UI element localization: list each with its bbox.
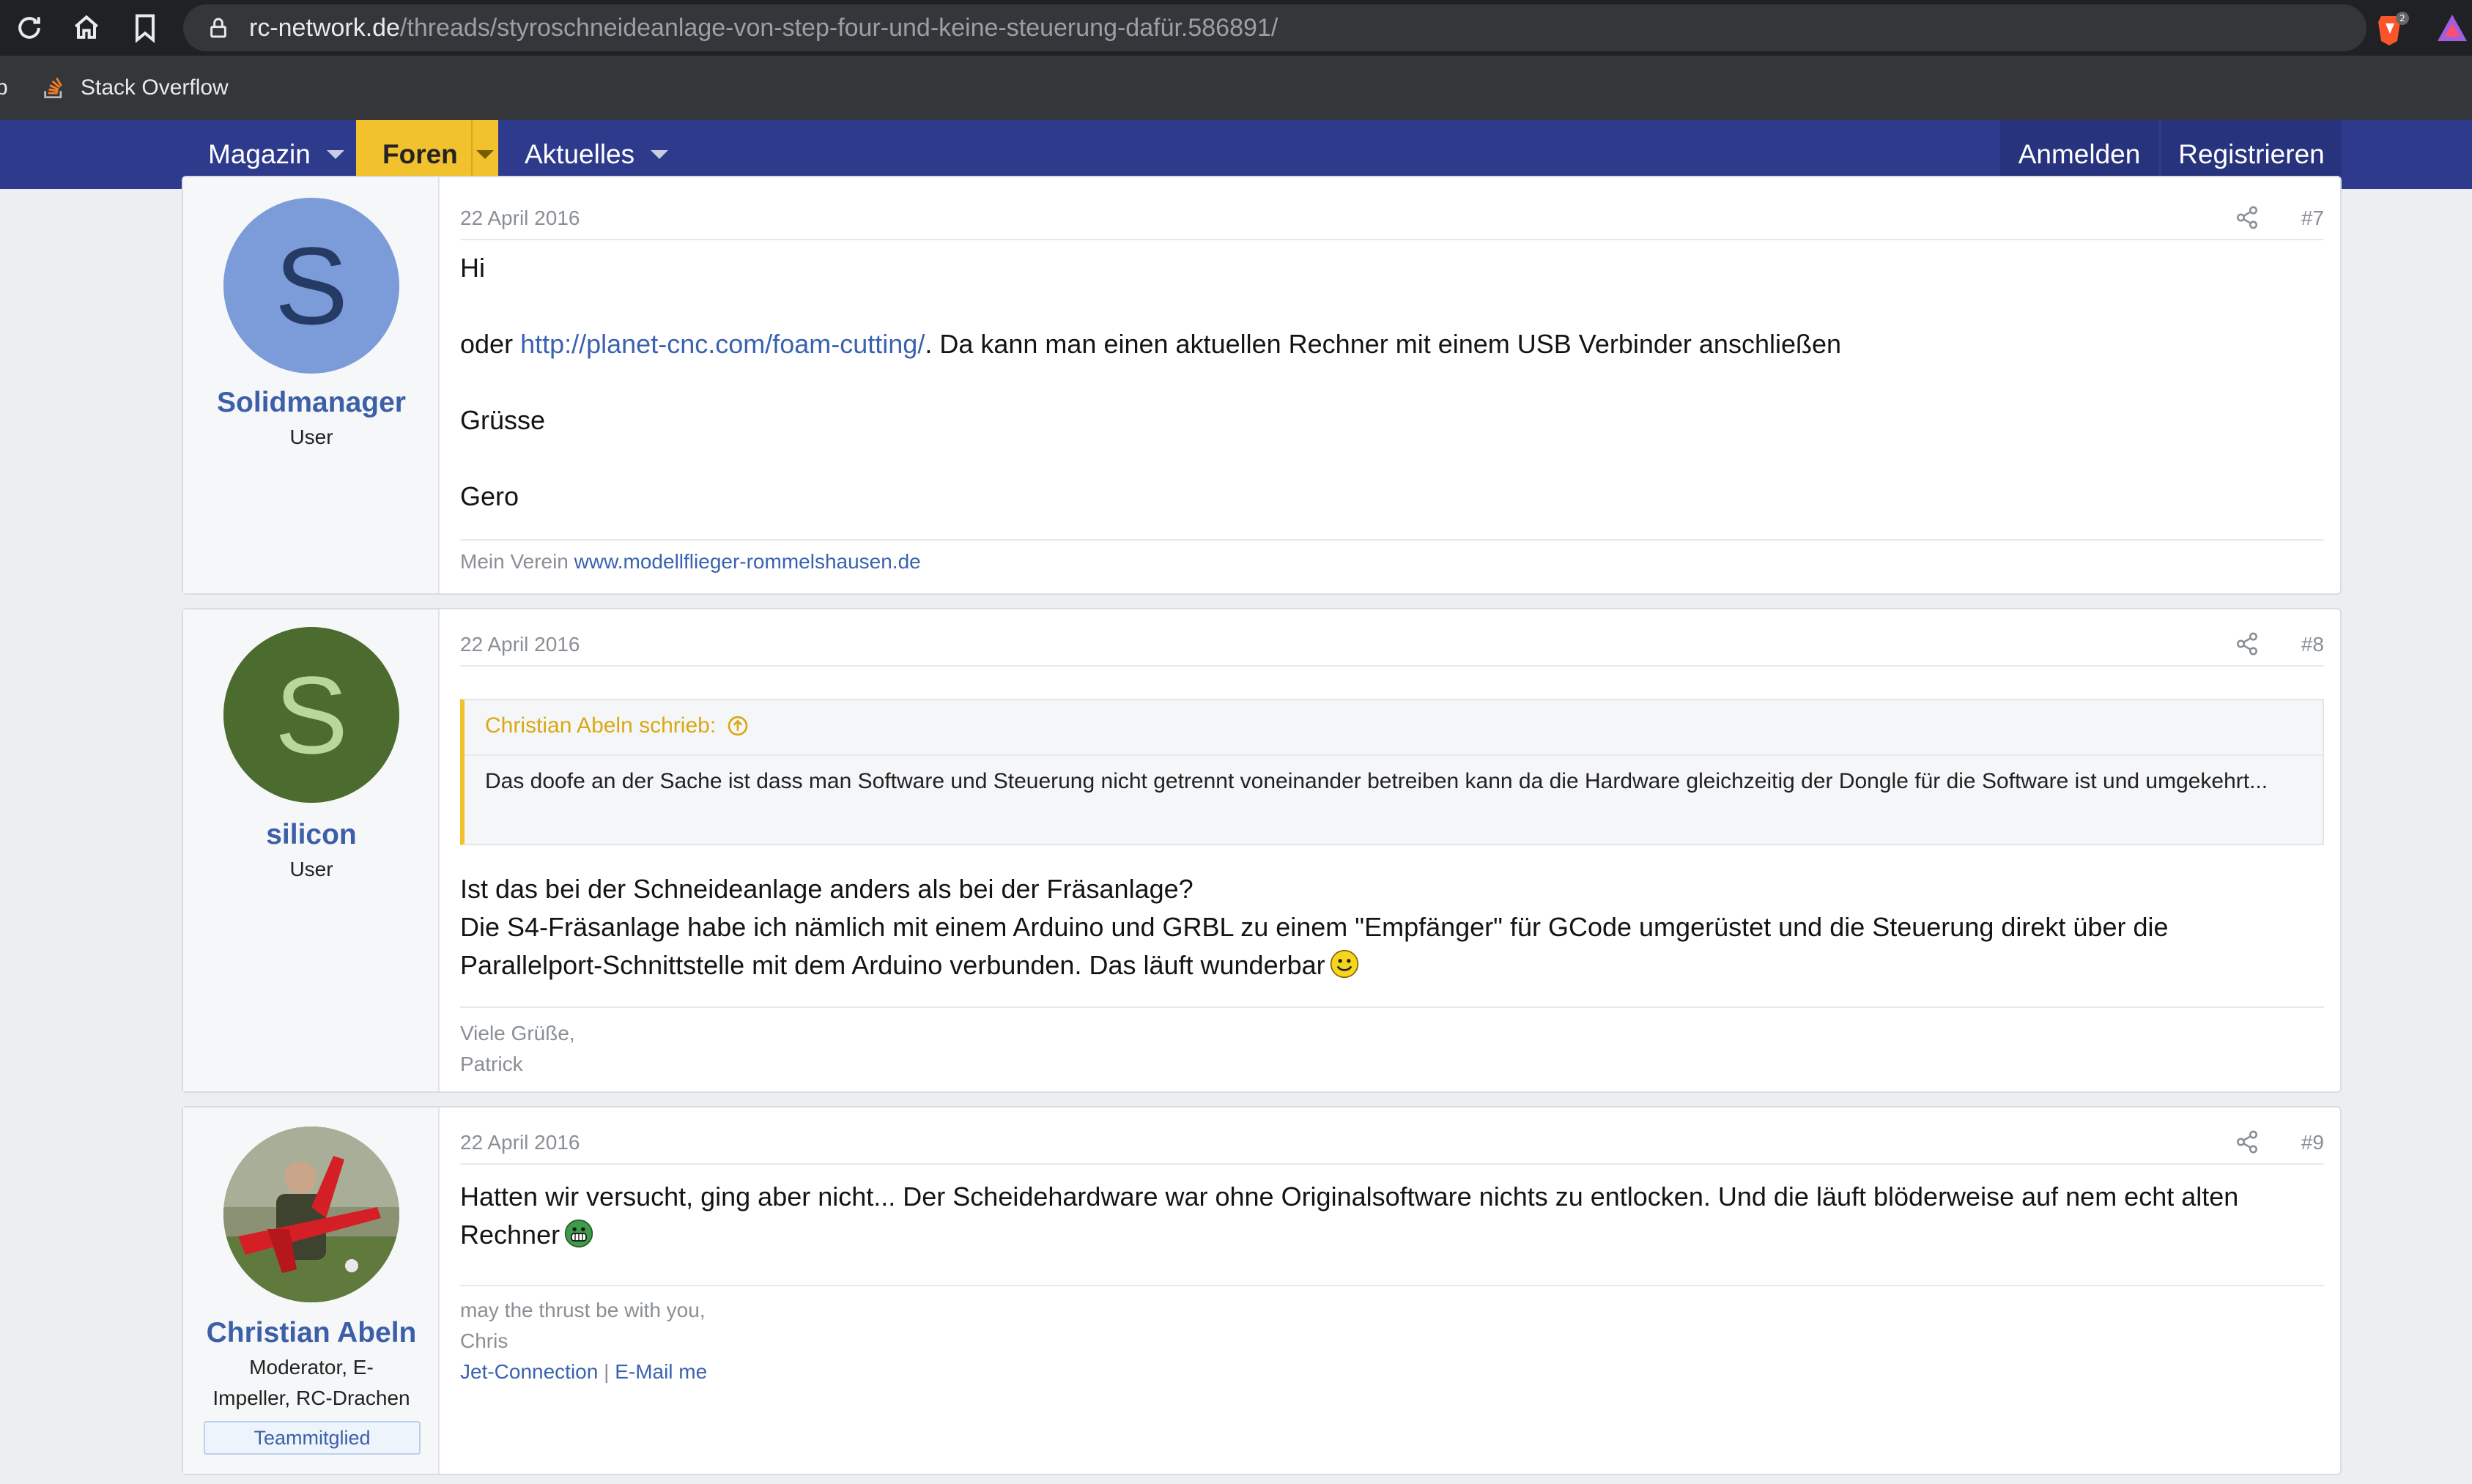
address-bar[interactable]: rc-network.de/threads/styroschneideanlag… (183, 4, 2366, 51)
browser-toolbar: rc-network.de/threads/styroschneideanlag… (0, 0, 2472, 56)
bookmark-label: b (0, 75, 8, 100)
share-icon[interactable] (2235, 205, 2260, 230)
text-segment: oder (460, 329, 521, 359)
post-date[interactable]: 22 April 2016 (460, 207, 580, 230)
avatar[interactable] (223, 1127, 399, 1302)
post-header: 22 April 2016 #8 (460, 626, 2324, 667)
stack-overflow-icon (44, 77, 62, 99)
quote-header: Christian Abeln schrieb: (465, 700, 2323, 756)
post-content: 22 April 2016 #7 Hi oder http://planet-c… (460, 199, 2324, 595)
quote-author-label: Christian Abeln schrieb: (485, 713, 717, 738)
user-title: User (289, 858, 333, 880)
signature-link[interactable]: www.modellflieger-rommelshausen.de (574, 550, 921, 573)
text-segment: . Da kann man einen aktuellen Rechner mi… (925, 329, 1842, 359)
quote-author[interactable]: Christian Abeln schrieb: (485, 713, 750, 738)
bookmark-label: Stack Overflow (81, 75, 229, 100)
post-number[interactable]: #9 (2301, 1131, 2324, 1154)
smiley-icon (1330, 949, 1358, 979)
rewards-icon[interactable] (2434, 10, 2471, 47)
signature-text: Mein Verein (460, 550, 574, 573)
signature-link[interactable]: Jet-Connection (460, 1360, 598, 1383)
bookmark-stack-overflow[interactable]: Stack Overflow (41, 70, 229, 105)
post-text: Hatten wir versucht, ging aber nicht... … (460, 1181, 2239, 1212)
arrow-up-circle-icon[interactable] (726, 714, 750, 738)
text-segment: Parallelport-Schnittstelle mit dem Ardui… (460, 950, 1325, 980)
share-icon[interactable] (2235, 631, 2260, 656)
user-title: User (289, 426, 333, 448)
post-text: Rechner (460, 1216, 593, 1254)
post-8: S silicon User 22 April 2016 #8 Christia… (182, 608, 2342, 1093)
post-link[interactable]: http://planet-cnc.com/foam-cutting/ (520, 329, 925, 359)
chevron-down-icon (476, 150, 495, 159)
tab-label: Foren (382, 139, 458, 169)
post-date[interactable]: 22 April 2016 (460, 1131, 580, 1154)
post-text: Parallelport-Schnittstelle mit dem Ardui… (460, 946, 1359, 984)
username[interactable]: silicon (183, 819, 440, 851)
tab-label: Aktuelles (525, 139, 635, 169)
post-header: 22 April 2016 #7 (460, 199, 2324, 240)
avatar-initial: S (274, 653, 349, 776)
share-icon[interactable] (2235, 1129, 2260, 1154)
chevron-down-icon[interactable] (651, 150, 669, 159)
post-number[interactable]: #7 (2301, 207, 2324, 230)
signature: Mein Verein www.modellflieger-rommelshau… (460, 546, 921, 577)
avatar-photo (223, 1127, 399, 1302)
register-label: Registrieren (2178, 139, 2325, 169)
quote-block: Christian Abeln schrieb: Das doofe an de… (460, 699, 2324, 845)
signature-links: Jet-Connection | E-Mail me (460, 1357, 707, 1387)
user-title: Moderator, E- (249, 1356, 374, 1379)
username[interactable]: Christian Abeln (183, 1317, 440, 1349)
post-text: Grüsse (460, 405, 546, 435)
post-text: Hi (460, 253, 485, 283)
username[interactable]: Solidmanager (183, 387, 440, 419)
text-segment: Rechner (460, 1220, 560, 1250)
signature-line: may the thrust be with you, (460, 1299, 706, 1321)
signature-link[interactable]: E-Mail me (615, 1360, 707, 1383)
staff-badge: Teammitglied (204, 1421, 421, 1455)
post-date[interactable]: 22 April 2016 (460, 633, 580, 656)
signature-divider (460, 1285, 2324, 1286)
signature-line: Patrick (460, 1053, 523, 1075)
url-text[interactable]: rc-network.de/threads/styroschneideanlag… (249, 14, 1278, 42)
avatar[interactable]: S (223, 198, 399, 374)
signature-divider (460, 1006, 2324, 1008)
signature-separator: | (598, 1360, 615, 1383)
bookmark-icon[interactable] (129, 12, 161, 44)
signature-line: Chris (460, 1329, 508, 1352)
post-content: 22 April 2016 #9 Hatten wir versucht, gi… (460, 1124, 2324, 1468)
url-host: rc-network.de (249, 14, 400, 42)
post-number[interactable]: #8 (2301, 633, 2324, 656)
post-content: 22 April 2016 #8 Christian Abeln schrieb… (460, 626, 2324, 1087)
bookmark-item[interactable]: b (0, 70, 8, 105)
signature-divider (460, 539, 2324, 541)
post-user-cell: Christian Abeln Moderator, E- Impeller, … (183, 1108, 440, 1474)
post-text: Ist das bei der Schneideanlage anders al… (460, 874, 1194, 904)
extension-badge: 2 (2399, 13, 2405, 23)
post-user-cell: S silicon User (183, 609, 440, 1091)
chevron-down-icon[interactable] (326, 150, 344, 159)
reload-icon[interactable] (13, 12, 45, 44)
avatar[interactable]: S (223, 627, 399, 803)
post-text: Die S4-Fräsanlage habe ich nämlich mit e… (460, 912, 2169, 942)
url-path: /threads/styroschneideanlage-von-step-fo… (399, 14, 1278, 42)
signature-line: Viele Grüße, (460, 1022, 575, 1045)
post-header: 22 April 2016 #9 (460, 1124, 2324, 1165)
grin-smiley-icon (564, 1219, 593, 1248)
post-text: oder http://planet-cnc.com/foam-cutting/… (460, 325, 1841, 363)
post-text: Gero (460, 481, 519, 511)
lock-icon[interactable] (207, 16, 230, 40)
post-9: Christian Abeln Moderator, E- Impeller, … (182, 1106, 2342, 1475)
user-title: Impeller, RC-Drachen (212, 1387, 410, 1409)
home-icon[interactable] (70, 12, 103, 44)
post-7: S Solidmanager User 22 April 2016 #7 Hi … (182, 176, 2342, 595)
bookmarks-bar: b Stack Overflow (0, 56, 2472, 120)
login-label: Anmelden (2018, 139, 2141, 169)
brave-shield-icon[interactable]: 2 (2374, 10, 2410, 47)
quote-text: Das doofe an der Sache ist dass man Soft… (485, 769, 2268, 793)
avatar-initial: S (274, 223, 349, 347)
post-user-cell: S Solidmanager User (183, 177, 440, 593)
tab-label: Magazin (208, 139, 311, 169)
